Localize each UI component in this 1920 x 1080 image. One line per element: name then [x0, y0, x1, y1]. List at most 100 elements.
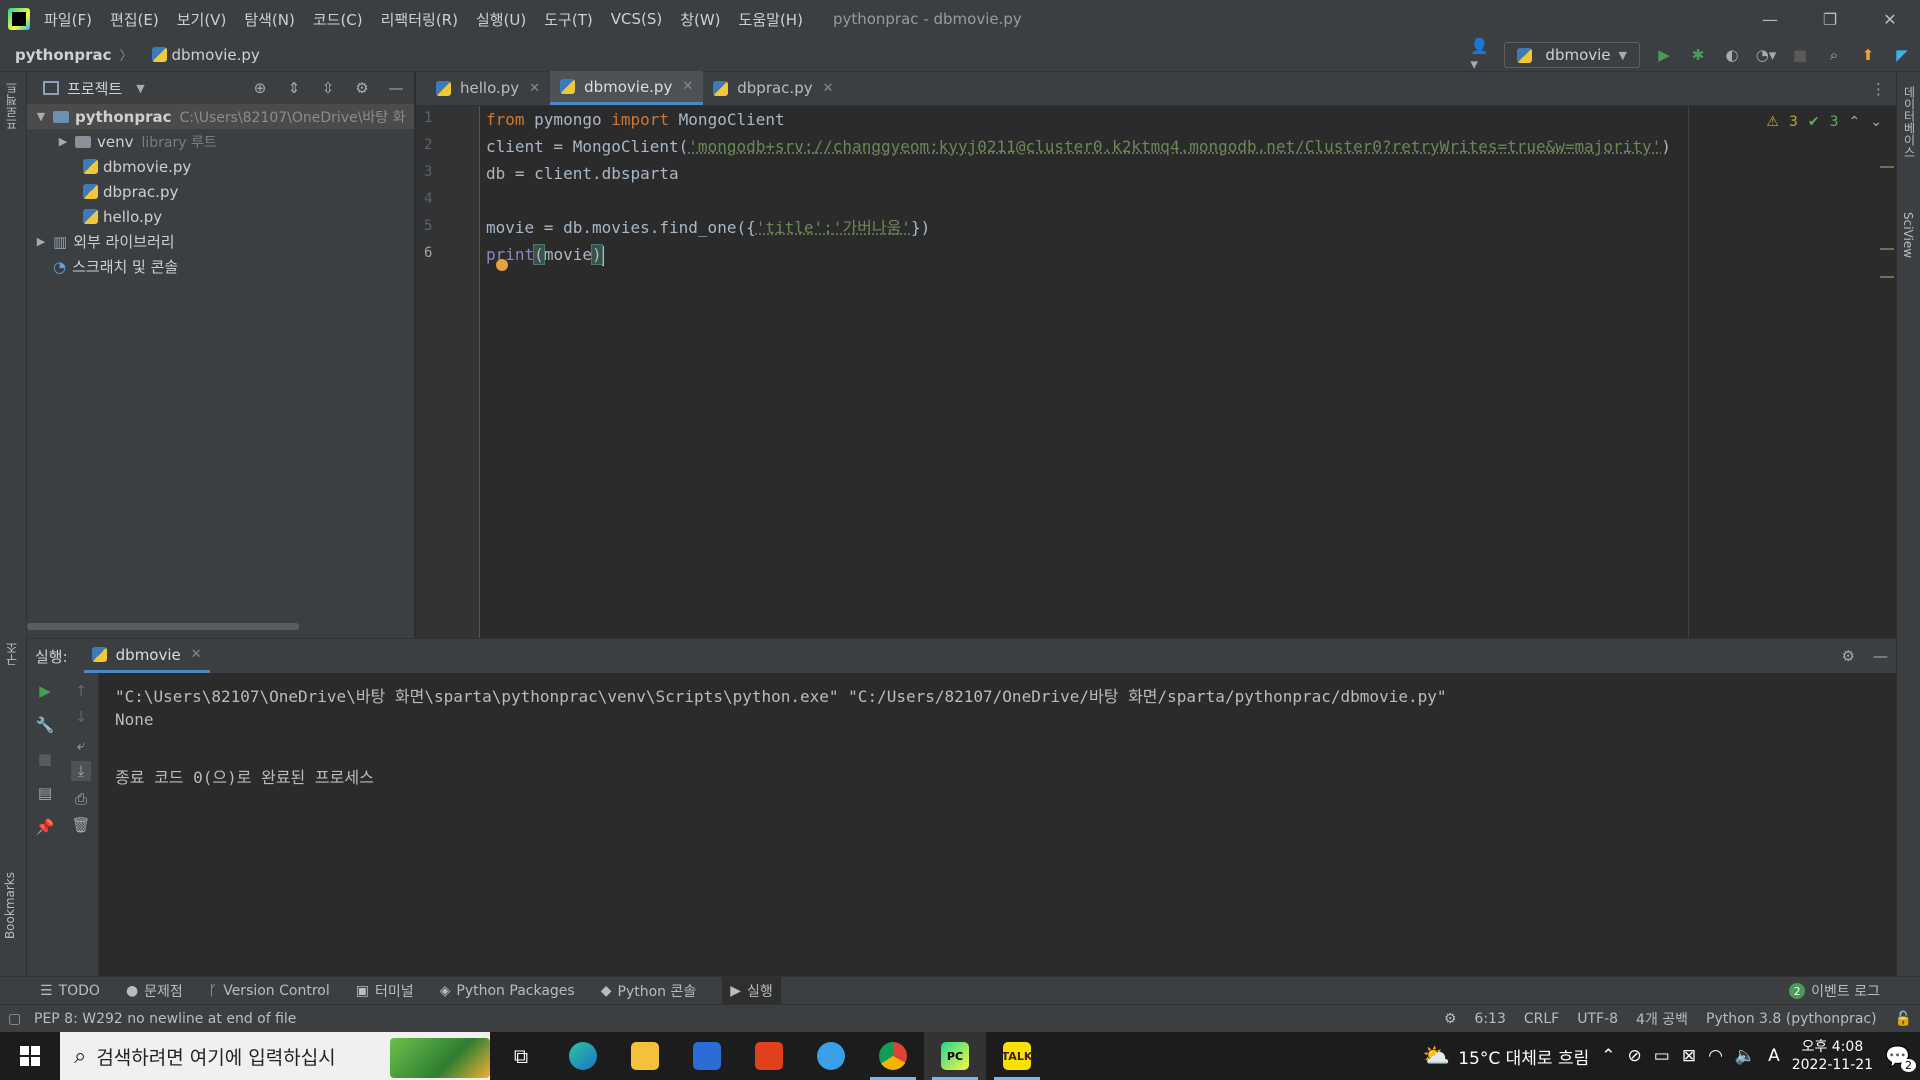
stop-icon[interactable]: ■	[1790, 45, 1810, 65]
menu-view[interactable]: 보기(V)	[177, 9, 227, 30]
tree-item-scratches[interactable]: ◔ 스크래치 및 콘솔	[27, 254, 414, 279]
tree-item-root[interactable]: ▼ pythonprac C:\Users\82107\OneDrive\바탕 …	[27, 104, 414, 129]
menu-code[interactable]: 코드(C)	[313, 9, 363, 30]
toolwindow-vcs[interactable]: ᚴ Version Control	[209, 983, 330, 999]
tree-item-venv[interactable]: ▶ venv library 루트	[27, 129, 414, 154]
menu-edit[interactable]: 편집(E)	[110, 9, 159, 30]
event-log-button[interactable]: 2 이벤트 로그	[1789, 981, 1880, 1001]
horizontal-scrollbar[interactable]	[27, 623, 299, 630]
gear-icon[interactable]: ⚙	[1842, 647, 1855, 665]
menu-run[interactable]: 실행(U)	[476, 9, 526, 30]
inspection-widget[interactable]: ⚠ 3 ✔ 3 ⌃ ⌄	[1766, 114, 1882, 130]
tree-item-file[interactable]: hello.py	[27, 204, 414, 229]
menu-help[interactable]: 도움말(H)	[739, 9, 803, 30]
menu-navigate[interactable]: 탐색(N)	[244, 9, 295, 30]
more-vertical-icon[interactable]: ⋮	[1871, 80, 1886, 98]
bookmarks-tool-tab[interactable]: Bookmarks	[3, 872, 17, 939]
close-icon[interactable]: ✕	[529, 81, 540, 96]
chevron-down-icon[interactable]: ⌄	[1870, 114, 1882, 130]
toolwindow-python-console[interactable]: ◆ Python 콘솔	[601, 981, 697, 1001]
scroll-to-end-icon[interactable]: ⤓	[71, 761, 91, 781]
line-separator[interactable]: CRLF	[1524, 1011, 1559, 1027]
code-area[interactable]: from pymongo import MongoClient client =…	[486, 106, 1826, 638]
close-icon[interactable]: ✕	[191, 647, 202, 662]
database-tool-tab[interactable]: 데이터베이스	[1901, 86, 1918, 158]
chevron-down-icon[interactable]: ▼	[33, 110, 49, 123]
weather-widget[interactable]: ⛅ 15°C 대체로 흐림	[1423, 1044, 1589, 1069]
stop-icon[interactable]: ■	[35, 749, 55, 769]
code-with-me-icon[interactable]: ◤	[1892, 45, 1912, 65]
task-view-button[interactable]: ⧉	[490, 1032, 552, 1080]
expand-all-icon[interactable]: ⇕	[284, 78, 304, 98]
caret-position[interactable]: 6:13	[1474, 1011, 1505, 1027]
hide-icon[interactable]: —	[1873, 647, 1888, 665]
user-icon[interactable]: 👤▾	[1470, 37, 1490, 73]
close-icon[interactable]: ✕	[823, 81, 834, 96]
toggle-panels-icon[interactable]: ▢	[8, 1011, 21, 1027]
chevron-up-icon[interactable]: ⌃	[1601, 1046, 1615, 1066]
menu-tools[interactable]: 도구(T)	[544, 9, 592, 30]
python-interpreter[interactable]: Python 3.8 (pythonprac)	[1706, 1011, 1877, 1027]
search-icon[interactable]: ⌕	[1824, 45, 1844, 65]
toolwindow-problems[interactable]: ● 문제점	[126, 981, 183, 1001]
menu-file[interactable]: 파일(F)	[44, 9, 92, 30]
indent-setting[interactable]: 4개 공백	[1636, 1009, 1688, 1029]
layout-icon[interactable]: ▤	[35, 783, 55, 803]
taskbar-store[interactable]	[676, 1032, 738, 1080]
clock[interactable]: 오후 4:08 2022-11-21	[1792, 1038, 1873, 1074]
soft-wrap-icon[interactable]: ⤶	[71, 735, 91, 755]
volume-icon[interactable]: 🔈	[1735, 1046, 1756, 1066]
gear-icon[interactable]: ⚙	[352, 78, 372, 98]
close-icon[interactable]: ✕	[1860, 0, 1920, 38]
chevron-up-icon[interactable]: ⌃	[1849, 114, 1861, 130]
taskbar-office[interactable]	[738, 1032, 800, 1080]
close-icon[interactable]: ✕	[682, 79, 693, 94]
coverage-icon[interactable]: ◐	[1722, 45, 1742, 65]
pin-icon[interactable]: 📌	[35, 817, 55, 837]
taskbar-search[interactable]: ⌕ 검색하려면 여기에 입력하십시	[60, 1032, 490, 1080]
update-icon[interactable]: ⬆	[1858, 45, 1878, 65]
wrench-icon[interactable]: 🔧	[35, 715, 55, 735]
taskbar-edge[interactable]	[552, 1032, 614, 1080]
collapse-all-icon[interactable]: ⇳	[318, 78, 338, 98]
notification-icon[interactable]: 💬 2	[1885, 1044, 1916, 1072]
toolwindow-python-packages[interactable]: ◈ Python Packages	[440, 983, 575, 999]
rerun-icon[interactable]: ▶	[35, 681, 55, 701]
lock-icon[interactable]: 🔓	[1895, 1011, 1912, 1027]
toolwindow-todo[interactable]: ☰ TODO	[40, 983, 100, 999]
tab-hello-py[interactable]: hello.py ✕	[426, 71, 550, 105]
profile-icon[interactable]: ◔▾	[1756, 45, 1777, 65]
meet-icon[interactable]: ▭	[1654, 1046, 1670, 1066]
minimize-icon[interactable]: —	[1740, 0, 1800, 38]
run-config-selector[interactable]: dbmovie ▼	[1504, 42, 1640, 68]
restore-icon[interactable]: ❐	[1800, 0, 1860, 38]
tree-item-external-libraries[interactable]: ▶ ▥ 외부 라이브러리	[27, 229, 414, 254]
breadcrumb-project[interactable]: pythonprac	[15, 46, 112, 64]
breadcrumb-file[interactable]: dbmovie.py	[151, 46, 260, 64]
taskbar-ie[interactable]	[800, 1032, 862, 1080]
chevron-right-icon[interactable]: ▶	[33, 235, 49, 248]
wifi-icon[interactable]: ◠	[1708, 1046, 1723, 1066]
security-icon[interactable]: ⊠	[1682, 1046, 1696, 1066]
taskbar-kakaotalk[interactable]: TALK	[986, 1032, 1048, 1080]
sciview-tool-tab[interactable]: SciView	[1901, 212, 1915, 258]
chevron-right-icon[interactable]: ▶	[55, 135, 71, 148]
network-error-icon[interactable]: ⊘	[1628, 1046, 1642, 1066]
locate-icon[interactable]: ⊕	[250, 78, 270, 98]
git-settings-icon[interactable]: ⚙	[1444, 1011, 1457, 1027]
toolwindow-terminal[interactable]: ▣ 터미널	[356, 981, 414, 1001]
debug-icon[interactable]: ✱	[1688, 45, 1708, 65]
lightbulb-icon[interactable]	[496, 259, 508, 271]
hide-icon[interactable]: —	[386, 78, 406, 98]
run-icon[interactable]: ▶	[1654, 45, 1674, 65]
scrollbar-marker[interactable]	[1880, 276, 1894, 278]
taskbar-chrome[interactable]	[862, 1032, 924, 1080]
chevron-down-icon[interactable]: ▼	[136, 82, 144, 95]
ime-indicator[interactable]: A	[1768, 1046, 1780, 1066]
project-panel-title[interactable]: 프로젝트	[67, 78, 122, 99]
run-tab-dbmovie[interactable]: dbmovie ✕	[83, 639, 210, 673]
taskbar-pycharm[interactable]: PC	[924, 1032, 986, 1080]
taskbar-explorer[interactable]	[614, 1032, 676, 1080]
trash-icon[interactable]: 🗑	[71, 815, 91, 835]
scrollbar-marker[interactable]	[1880, 166, 1894, 168]
